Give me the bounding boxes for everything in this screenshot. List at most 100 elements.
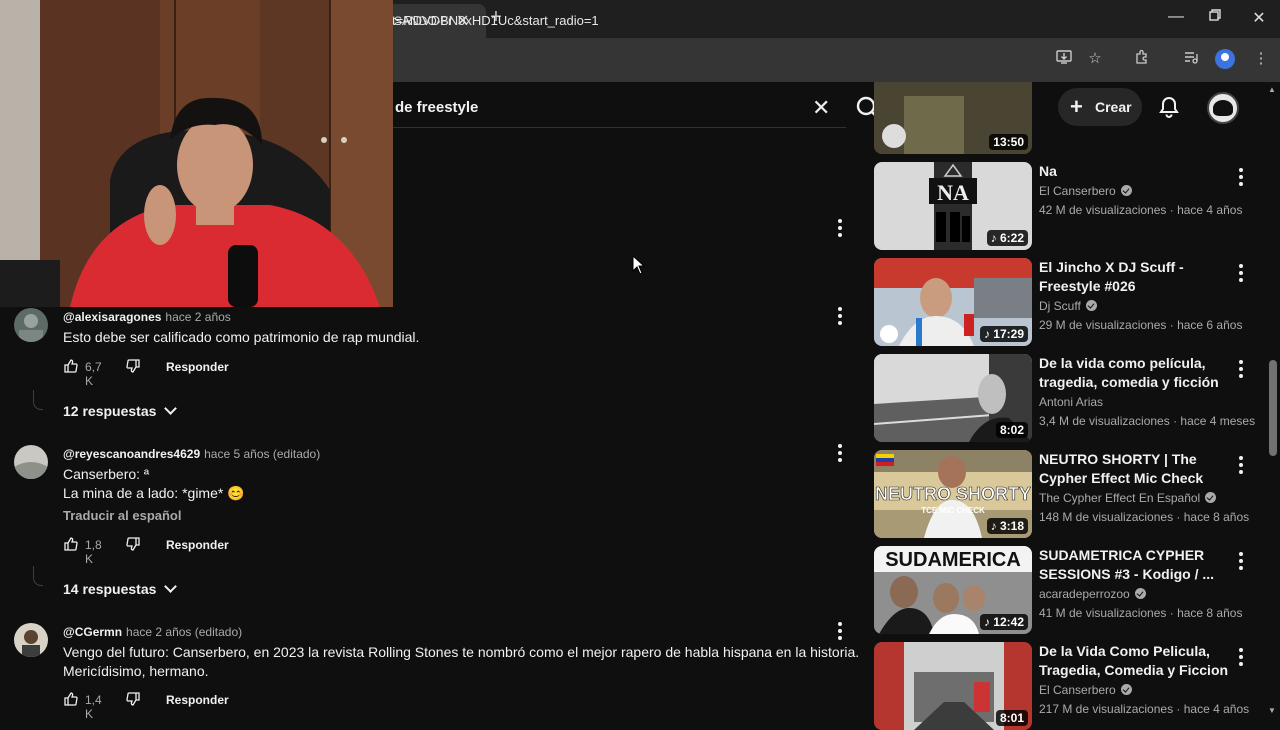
comment-time[interactable]: hace 2 años (editado) (126, 625, 242, 639)
comment-menu-icon[interactable] (837, 622, 843, 640)
dislike-icon[interactable] (125, 358, 141, 374)
install-app-icon[interactable] (1054, 49, 1074, 69)
video-menu-icon[interactable] (1238, 552, 1244, 570)
channel-name[interactable]: The Cypher Effect En Español (1039, 491, 1200, 505)
video-duration: 8:02 (995, 422, 1028, 438)
profile-icon[interactable] (1215, 49, 1235, 69)
author-handle[interactable]: @reyescanoandres4629 (63, 447, 200, 461)
thumb-text: NEUTRO SHORTY (875, 484, 1031, 504)
chevron-down-icon (164, 402, 178, 415)
video-title[interactable]: De la vida como película, tragedia, come… (1039, 354, 1234, 392)
video-thumbnail[interactable]: 8:01 (874, 642, 1032, 730)
video-channel[interactable]: El Canserbero (1039, 184, 1132, 198)
minimize-button[interactable]: — (1166, 8, 1186, 26)
like-count: 6,7 K (85, 360, 102, 388)
related-video[interactable]: NEUTRO SHORTY TCE MIC CHECK ♪ 3:18 NEUTRO… (874, 450, 1264, 538)
comment-author[interactable]: @alexisaragones hace 2 años (63, 310, 231, 324)
dislike-icon[interactable] (125, 536, 141, 552)
thumb-text: NA (937, 180, 969, 205)
video-title[interactable]: De la Vida Como Pelicula, Tragedia, Come… (1039, 642, 1234, 680)
comment-text-line: La mina de a lado: *gime* 😊 (63, 485, 245, 501)
video-thumbnail[interactable]: 8:02 (874, 354, 1032, 442)
browser-menu-icon[interactable]: ⋮ (1251, 49, 1271, 69)
thumb-subtext: TCE MIC CHECK (921, 506, 985, 515)
video-views: 217 M de visualizaciones · hace 4 años (1039, 702, 1250, 716)
comment-time[interactable]: hace 2 años (165, 310, 230, 324)
bookmark-star-icon[interactable]: ☆ (1085, 49, 1105, 69)
clear-search-icon[interactable]: ✕ (812, 95, 830, 121)
scroll-down-icon[interactable]: ▼ (1268, 706, 1276, 715)
like-icon[interactable] (63, 358, 79, 374)
scroll-up-icon[interactable]: ▲ (1268, 85, 1276, 94)
channel-name[interactable]: acaradeperrozoo (1039, 587, 1130, 601)
comment-menu-icon[interactable] (837, 307, 843, 325)
like-count: 1,8 K (85, 538, 102, 566)
video-thumbnail[interactable]: NEUTRO SHORTY TCE MIC CHECK ♪ 3:18 (874, 450, 1032, 538)
comment-author[interactable]: @reyescanoandres4629 hace 5 años (editado… (63, 447, 320, 461)
commenter-avatar[interactable] (14, 445, 48, 479)
view-replies-button[interactable]: 12 respuestas (63, 402, 178, 419)
related-video[interactable]: 8:01 De la Vida Como Pelicula, Tragedia,… (874, 642, 1264, 730)
translate-link[interactable]: Traducir al español (63, 508, 182, 523)
channel-name[interactable]: El Canserbero (1039, 184, 1116, 198)
video-menu-icon[interactable] (1238, 456, 1244, 474)
video-thumbnail[interactable]: NA ♪ 6:22 (874, 162, 1032, 250)
channel-name[interactable]: El Canserbero (1039, 683, 1116, 697)
comment-author[interactable]: @CGermn hace 2 años (editado) (63, 625, 242, 639)
video-channel[interactable]: acaradeperrozoo (1039, 587, 1146, 601)
commenter-avatar[interactable] (14, 308, 48, 342)
video-duration: 8:01 (995, 710, 1028, 726)
view-replies-button[interactable]: 14 respuestas (63, 580, 178, 597)
video-menu-icon[interactable] (1238, 264, 1244, 282)
video-channel[interactable]: The Cypher Effect En Español (1039, 491, 1217, 505)
video-title[interactable]: El Jincho X DJ Scuff - Freestyle #026 (1039, 258, 1234, 296)
comment-text-line: Canserbero: ª (63, 466, 150, 482)
like-icon[interactable] (63, 691, 79, 707)
video-menu-icon[interactable] (1238, 168, 1244, 186)
duration-value: 3:18 (999, 519, 1024, 533)
channel-name[interactable]: Antoni Arias (1039, 395, 1103, 409)
video-channel[interactable]: Dj Scuff (1039, 299, 1097, 313)
author-handle[interactable]: @alexisaragones (63, 310, 161, 324)
close-window-button[interactable]: ✕ (1249, 8, 1269, 28)
dislike-icon[interactable] (125, 691, 141, 707)
duration-value: 17:29 (993, 327, 1024, 341)
video-menu-icon[interactable] (1238, 360, 1244, 378)
thread-line (33, 566, 43, 586)
comment-menu-icon[interactable] (837, 219, 843, 237)
verified-icon (1120, 185, 1132, 196)
commenter-avatar[interactable] (14, 623, 48, 657)
video-thumbnail[interactable]: SUDAMERICA ♪ 12:42 (874, 546, 1032, 634)
related-video[interactable]: NA ♪ 6:22 Na El Canserbero 42 M de visua… (874, 162, 1264, 250)
reply-button[interactable]: Responder (166, 693, 229, 707)
video-views: 29 M de visualizaciones · hace 6 años (1039, 318, 1243, 332)
video-title[interactable]: NEUTRO SHORTY | The Cypher Effect Mic Ch… (1039, 450, 1234, 488)
video-channel[interactable]: El Canserbero (1039, 683, 1132, 697)
channel-name[interactable]: Dj Scuff (1039, 299, 1081, 313)
video-channel[interactable]: Antoni Arias (1039, 395, 1103, 409)
scrollbar-thumb[interactable] (1269, 360, 1277, 456)
restore-button[interactable] (1205, 8, 1225, 27)
like-count: 1,4 K (85, 693, 102, 721)
comment-time[interactable]: hace 5 años (editado) (204, 447, 320, 461)
search-query: de freestyle (395, 99, 479, 116)
related-video[interactable]: ♪ 17:29 El Jincho X DJ Scuff - Freestyle… (874, 258, 1264, 346)
duration-value: 12:42 (993, 615, 1024, 629)
video-title[interactable]: SUDAMETRICA CYPHER SESSIONS #3 - Kodigo … (1039, 546, 1234, 584)
mouse-cursor-icon (632, 254, 646, 280)
related-video[interactable]: SUDAMERICA ♪ 12:42 SUDAMETRICA CYPHER SE… (874, 546, 1264, 634)
comment-menu-icon[interactable] (837, 444, 843, 462)
video-menu-icon[interactable] (1238, 648, 1244, 666)
video-thumbnail[interactable]: ♪ 17:29 (874, 258, 1032, 346)
extensions-icon[interactable] (1132, 49, 1152, 69)
related-video[interactable]: 8:02 De la vida como película, tragedia,… (874, 354, 1264, 442)
video-duration: ♪ 17:29 (979, 326, 1028, 342)
media-controls-icon[interactable] (1181, 49, 1201, 69)
like-icon[interactable] (63, 536, 79, 552)
url-field[interactable]: t=RDVDBN0xHD1Uc&start_radio=1 (392, 13, 599, 28)
video-thumbnail[interactable]: 13:50 (874, 82, 1032, 154)
reply-button[interactable]: Responder (166, 360, 229, 374)
video-title[interactable]: Na (1039, 162, 1234, 181)
reply-button[interactable]: Responder (166, 538, 229, 552)
author-handle[interactable]: @CGermn (63, 625, 122, 639)
